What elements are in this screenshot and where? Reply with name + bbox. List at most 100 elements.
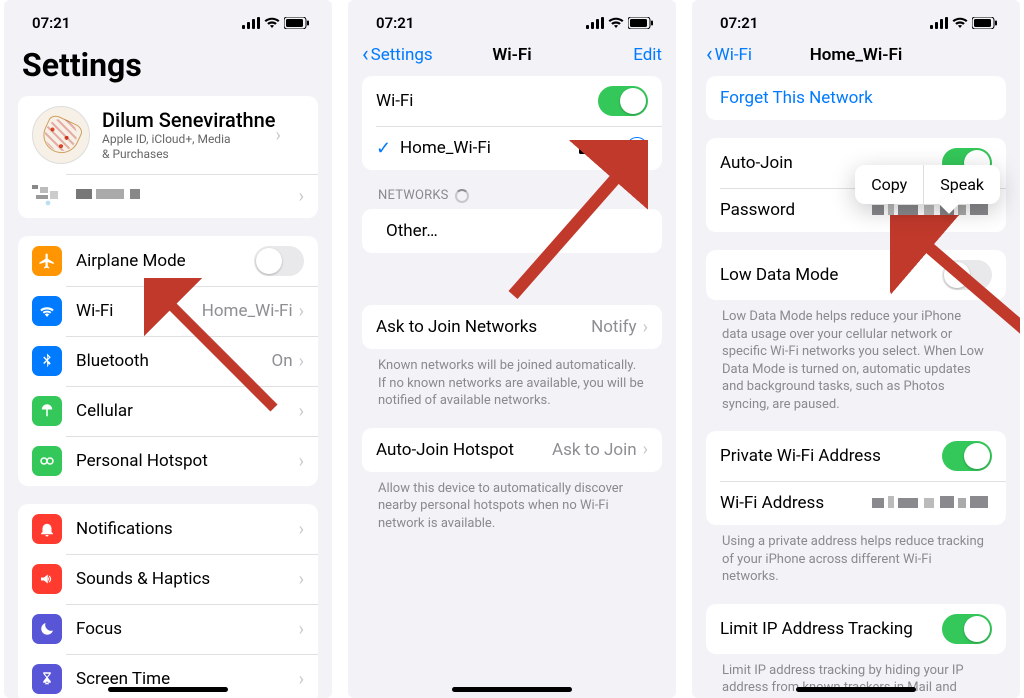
row-label: Low Data Mode [720, 265, 942, 285]
wifi-address-row[interactable]: Wi-Fi Address [706, 481, 1006, 525]
private-addr-toggle[interactable] [942, 441, 992, 471]
row-label: Ask to Join Networks [376, 317, 591, 337]
chevron-right-icon: › [275, 125, 280, 146]
back-button[interactable]: ‹ Settings [362, 44, 433, 66]
chevron-right-icon: › [299, 301, 304, 322]
networks-header: NETWORKS [362, 188, 662, 209]
wifi-settings-icon [32, 296, 62, 326]
chevron-right-icon: › [299, 186, 304, 207]
private-address-row[interactable]: Private Wi-Fi Address [706, 431, 1006, 481]
avatar [32, 106, 90, 164]
row-label: Sounds & Haptics [76, 569, 299, 589]
bluetooth-icon [32, 346, 62, 376]
battery-icon [284, 17, 310, 29]
row-label: Home_Wi-Fi [400, 138, 578, 158]
chevron-right-icon: › [299, 451, 304, 472]
sounds-row[interactable]: Sounds & Haptics › [18, 554, 318, 604]
edit-button[interactable]: Edit [633, 45, 662, 65]
row-detail: On [272, 351, 293, 371]
chevron-right-icon: › [643, 439, 648, 460]
row-detail: Ask to Join [552, 440, 637, 460]
page-title: Settings [4, 40, 332, 96]
wifi-toggle-row[interactable]: Wi-Fi [362, 76, 662, 126]
notifications-row[interactable]: Notifications › [18, 504, 318, 554]
chevron-left-icon: ‹ [706, 44, 713, 66]
screen-wifi: 07:21 ‹ Settings Wi-Fi Edit Wi-Fi ✓ Home… [348, 0, 676, 698]
limit-ip-row[interactable]: Limit IP Address Tracking [706, 604, 1006, 654]
home-indicator [108, 687, 228, 692]
copy-menu-item[interactable]: Copy [855, 165, 923, 204]
back-button[interactable]: ‹ Wi-Fi [706, 44, 752, 66]
forget-label: Forget This Network [720, 88, 873, 108]
status-icons [242, 17, 310, 29]
auto-join-hotspot-row[interactable]: Auto-Join Hotspot Ask to Join › [362, 428, 662, 472]
other-network-row[interactable]: Other… [362, 209, 662, 253]
low-data-mode-row[interactable]: Low Data Mode [706, 250, 1006, 300]
info-icon[interactable]: i [626, 137, 648, 159]
wifi-strength-icon [598, 142, 614, 154]
chevron-right-icon: › [299, 401, 304, 422]
bluetooth-row[interactable]: Bluetooth On › [18, 336, 318, 386]
lowdata-toggle[interactable] [942, 260, 992, 290]
wifi-toggle[interactable] [598, 86, 648, 116]
checkmark-icon: ✓ [376, 138, 390, 159]
status-time: 07:21 [720, 14, 758, 32]
apple-id-row[interactable]: Dilum Senevirathne Apple ID, iCloud+, Me… [18, 96, 318, 174]
cellular-row[interactable]: Cellular › [18, 386, 318, 436]
limit-ip-footer: Limit IP address tracking by hiding your… [706, 662, 1006, 698]
moon-icon [32, 614, 62, 644]
battery-icon [972, 17, 998, 29]
speaker-icon [32, 564, 62, 594]
row-label: Wi-Fi [76, 301, 202, 321]
forget-network-row[interactable]: Forget This Network [706, 76, 1006, 120]
row-label: Airplane Mode [76, 251, 254, 271]
row-label: Screen Time [76, 669, 299, 689]
status-bar: 07:21 [348, 0, 676, 40]
signal-icon [242, 17, 260, 29]
chevron-right-icon: › [299, 519, 304, 540]
lowdata-footer: Low Data Mode helps reduce your iPhone d… [706, 308, 1006, 431]
connected-network-row[interactable]: ✓ Home_Wi-Fi i [362, 126, 662, 170]
speak-menu-item[interactable]: Speak [923, 165, 1000, 204]
row-label: Focus [76, 619, 299, 639]
limit-ip-toggle[interactable] [942, 614, 992, 644]
ask-footer: Known networks will be joined automatica… [362, 357, 662, 428]
row-detail: Home_Wi-Fi [202, 301, 293, 321]
chevron-right-icon: › [299, 669, 304, 690]
focus-row[interactable]: Focus › [18, 604, 318, 654]
wifi-row[interactable]: Wi-Fi Home_Wi-Fi › [18, 286, 318, 336]
row-label: Cellular [76, 401, 299, 421]
ask-to-join-row[interactable]: Ask to Join Networks Notify › [362, 305, 662, 349]
suggestions-row[interactable]: › [18, 174, 318, 218]
row-label: Wi-Fi [376, 91, 598, 111]
signal-icon [586, 17, 604, 29]
home-indicator [452, 687, 572, 692]
wifi-icon [264, 17, 280, 29]
private-footer: Using a private address helps reduce tra… [706, 533, 1006, 604]
password-value[interactable] [872, 203, 992, 217]
battery-icon [628, 17, 654, 29]
status-time: 07:21 [32, 14, 70, 32]
lock-icon [578, 141, 590, 155]
airplane-mode-row[interactable]: Airplane Mode [18, 236, 318, 286]
wifi-icon [608, 17, 624, 29]
row-label: Bluetooth [76, 351, 272, 371]
back-label: Wi-Fi [715, 45, 752, 65]
spinner-icon [455, 189, 469, 203]
row-label: Password [720, 200, 872, 220]
signal-icon [930, 17, 948, 29]
screen-network-detail: 07:21 ‹ Wi-Fi Home_Wi-Fi Forget This Net… [692, 0, 1020, 698]
suggestion-text [76, 189, 299, 203]
wifi-icon [952, 17, 968, 29]
suggestion-icon [32, 185, 62, 207]
wifi-address-value [872, 496, 992, 510]
status-icons [586, 17, 654, 29]
auto-footer: Allow this device to automatically disco… [362, 480, 662, 551]
row-label: Personal Hotspot [76, 451, 299, 471]
airplane-toggle[interactable] [254, 246, 304, 276]
hotspot-row[interactable]: Personal Hotspot › [18, 436, 318, 486]
row-label: Wi-Fi Address [720, 493, 872, 513]
chevron-right-icon: › [643, 317, 648, 338]
airplane-icon [32, 246, 62, 276]
status-time: 07:21 [376, 14, 414, 32]
